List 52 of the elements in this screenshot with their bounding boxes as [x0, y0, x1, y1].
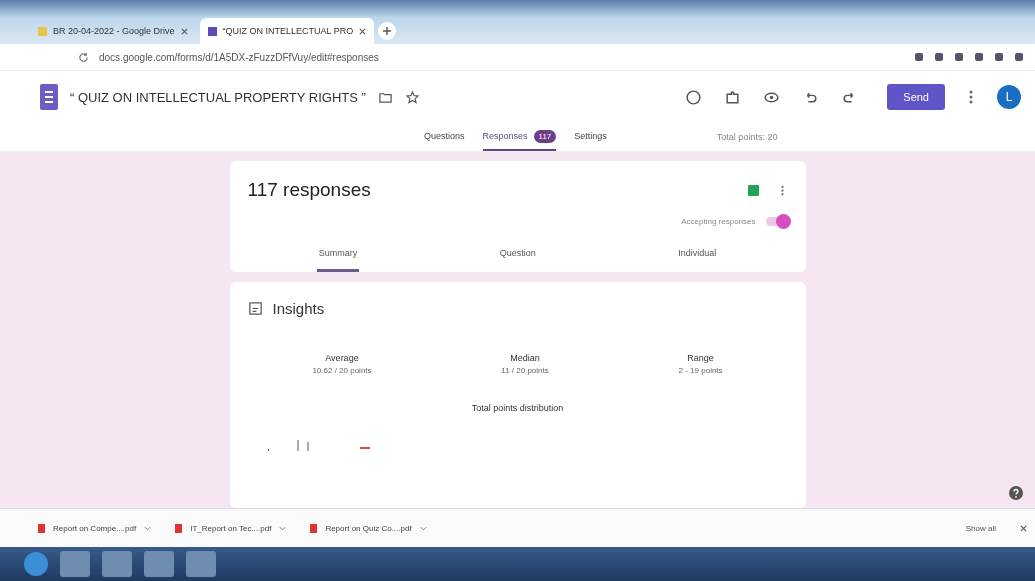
stat-label: Range	[687, 353, 714, 363]
view-tab[interactable]: Summary	[316, 240, 360, 272]
start-button[interactable]	[24, 552, 48, 576]
insights-title: Insights	[272, 300, 325, 317]
view-tab[interactable]: Individual	[676, 240, 719, 272]
extension-icon[interactable]	[1015, 53, 1023, 61]
download-item[interactable]: Report on Compe....pdf	[38, 523, 152, 533]
download-item[interactable]: Report on Quiz Co....pdf	[310, 523, 427, 533]
form-title: “ QUIZ ON INTELLECTUAL PROPERTY RIGHTS ”	[70, 89, 366, 105]
form-tab[interactable]: Settings	[574, 123, 607, 151]
help-icon[interactable]	[1009, 486, 1023, 500]
close-icon[interactable]	[1020, 524, 1027, 532]
reload-icon[interactable]	[78, 51, 89, 63]
count-badge: 117	[533, 129, 557, 143]
browser-tab[interactable]: “QUIZ ON INTELLECTUAL PRO	[199, 18, 375, 44]
response-count: 117 responses	[247, 179, 372, 201]
more-icon[interactable]	[780, 184, 784, 196]
address-bar[interactable]: docs.google.com/forms/d/1A5DX-zFuzzDFfVuy/edit#responses	[99, 51, 905, 63]
accepting-label: Accepting responses	[681, 217, 756, 226]
send-button[interactable]: Send	[887, 84, 945, 110]
extension-icon[interactable]	[955, 53, 963, 61]
accepting-toggle[interactable]	[765, 217, 788, 226]
stat-value: 11 / 20 points	[501, 366, 549, 375]
pdf-icon	[175, 523, 183, 533]
stat-label: Average	[325, 353, 359, 363]
download-item[interactable]: IT_Report on Tec....pdf	[175, 523, 287, 533]
extension-icon[interactable]	[975, 53, 983, 61]
stat-value: 10.62 / 20 points	[312, 366, 372, 375]
chart-title: Total points distribution	[470, 403, 565, 413]
browser-tab[interactable]: BR 20-04-2022 - Google Drive	[30, 18, 196, 44]
stat-value: 2 - 19 points	[678, 366, 723, 375]
show-all-link[interactable]: Show all	[965, 523, 996, 533]
forms-logo-icon	[40, 84, 58, 110]
new-tab-button[interactable]	[378, 22, 397, 40]
avatar[interactable]: L	[997, 85, 1021, 109]
extension-icon[interactable]	[995, 53, 1003, 61]
pdf-icon	[38, 523, 45, 533]
total-points: Total points: 20	[716, 132, 778, 142]
stat-label: Median	[510, 353, 540, 363]
view-tab[interactable]: Question	[497, 240, 538, 272]
pdf-icon	[310, 523, 318, 533]
caret-icon[interactable]	[419, 525, 427, 531]
close-icon[interactable]	[359, 27, 367, 35]
caret-icon[interactable]	[144, 525, 152, 531]
extension-icon[interactable]	[915, 53, 923, 61]
close-icon[interactable]	[180, 27, 188, 35]
extension-icon[interactable]	[935, 53, 943, 61]
caret-icon[interactable]	[279, 525, 287, 531]
insights-icon	[247, 301, 263, 316]
more-icon[interactable]	[969, 90, 973, 104]
star-icon[interactable]	[404, 89, 420, 105]
form-tab[interactable]: Questions	[424, 123, 465, 151]
